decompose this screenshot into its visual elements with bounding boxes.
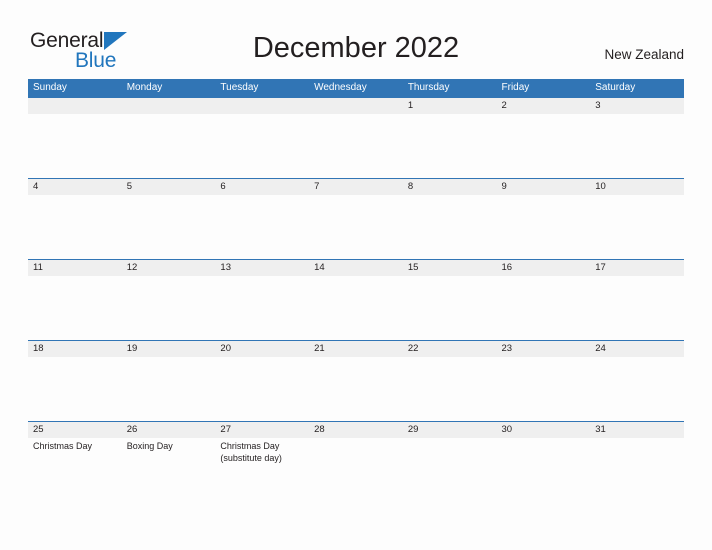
day-event [122,276,216,340]
weekday-sunday: Sunday [33,82,67,93]
day-number[interactable]: 24 [590,341,684,357]
day-event [28,357,122,421]
day-number[interactable] [309,98,403,114]
day-event [309,276,403,340]
day-event [28,195,122,259]
day-event [403,357,497,421]
day-event [28,276,122,340]
day-number[interactable]: 19 [122,341,216,357]
day-event [497,357,591,421]
day-event [309,357,403,421]
day-number[interactable]: 6 [215,179,309,195]
day-number[interactable]: 27 [215,422,309,438]
day-number[interactable] [215,98,309,114]
day-number[interactable]: 28 [309,422,403,438]
day-event [122,357,216,421]
day-event [590,195,684,259]
day-event [403,114,497,178]
day-event [309,195,403,259]
page-header: General Blue December 2022 New Zealand [0,0,712,78]
day-number[interactable]: 18 [28,341,122,357]
day-event [215,195,309,259]
week-events-band: Christmas Day Boxing Day Christmas Day (… [28,438,684,502]
day-event: Boxing Day [126,441,173,451]
day-number[interactable] [28,98,122,114]
day-event [403,438,497,502]
week-events-band [28,195,684,259]
day-event [28,114,122,178]
day-number[interactable]: 17 [590,260,684,276]
day-number[interactable]: 14 [309,260,403,276]
day-number[interactable]: 2 [497,98,591,114]
weekday-friday: Friday [501,82,530,93]
day-event: Christmas Day [33,441,93,451]
week-date-band: 25 26 27 28 29 30 31 [28,422,684,438]
week-date-band: 1 2 3 [28,98,684,114]
day-number[interactable]: 4 [28,179,122,195]
day-event [497,276,591,340]
day-number[interactable]: 10 [590,179,684,195]
day-event [590,357,684,421]
day-event [497,438,591,502]
calendar-grid: Sunday Monday Tuesday Wednesday Thursday… [28,79,684,502]
day-number[interactable]: 20 [215,341,309,357]
day-number[interactable]: 9 [497,179,591,195]
week-row: 11 12 13 14 15 16 17 [28,259,684,340]
day-event [215,114,309,178]
week-row: 25 26 27 28 29 30 31 Christmas Day Boxin… [28,421,684,502]
day-number[interactable]: 3 [590,98,684,114]
day-event [215,357,309,421]
week-events-band [28,357,684,421]
day-number[interactable]: 26 [122,422,216,438]
day-number[interactable]: 21 [309,341,403,357]
day-number[interactable]: 29 [403,422,497,438]
week-date-band: 11 12 13 14 15 16 17 [28,260,684,276]
week-date-band: 4 5 6 7 8 9 10 [28,179,684,195]
day-number[interactable]: 11 [28,260,122,276]
week-events-band [28,114,684,178]
weekday-saturday: Saturday [595,82,636,93]
weekday-tuesday: Tuesday [220,82,259,93]
day-number[interactable]: 15 [403,260,497,276]
day-event: Christmas Day (substitute day) [220,441,282,463]
day-number[interactable]: 1 [403,98,497,114]
day-number[interactable]: 22 [403,341,497,357]
week-row: 4 5 6 7 8 9 10 [28,178,684,259]
day-event [122,195,216,259]
day-number[interactable]: 13 [215,260,309,276]
day-event [590,114,684,178]
day-event [309,114,403,178]
day-event [497,195,591,259]
day-number[interactable]: 31 [590,422,684,438]
day-number[interactable] [122,98,216,114]
region-label: New Zealand [604,47,684,62]
day-event [497,114,591,178]
week-date-band: 18 19 20 21 22 23 24 [28,341,684,357]
weekday-thursday: Thursday [407,82,450,93]
week-row: 18 19 20 21 22 23 24 [28,340,684,421]
week-row: 1 2 3 [28,97,684,178]
weekday-monday: Monday [126,82,163,93]
week-events-band [28,276,684,340]
day-event [215,276,309,340]
day-number[interactable]: 5 [122,179,216,195]
weekday-wednesday: Wednesday [314,82,367,93]
day-event [122,114,216,178]
day-number[interactable]: 8 [403,179,497,195]
day-number[interactable]: 23 [497,341,591,357]
day-event [403,276,497,340]
weekday-header-row: Sunday Monday Tuesday Wednesday Thursday… [28,79,684,97]
day-number[interactable]: 16 [497,260,591,276]
day-number[interactable]: 12 [122,260,216,276]
day-event [403,195,497,259]
day-event [590,276,684,340]
day-number[interactable]: 7 [309,179,403,195]
day-event [309,438,403,502]
day-number[interactable]: 30 [497,422,591,438]
day-number[interactable]: 25 [28,422,122,438]
day-event [590,438,684,502]
